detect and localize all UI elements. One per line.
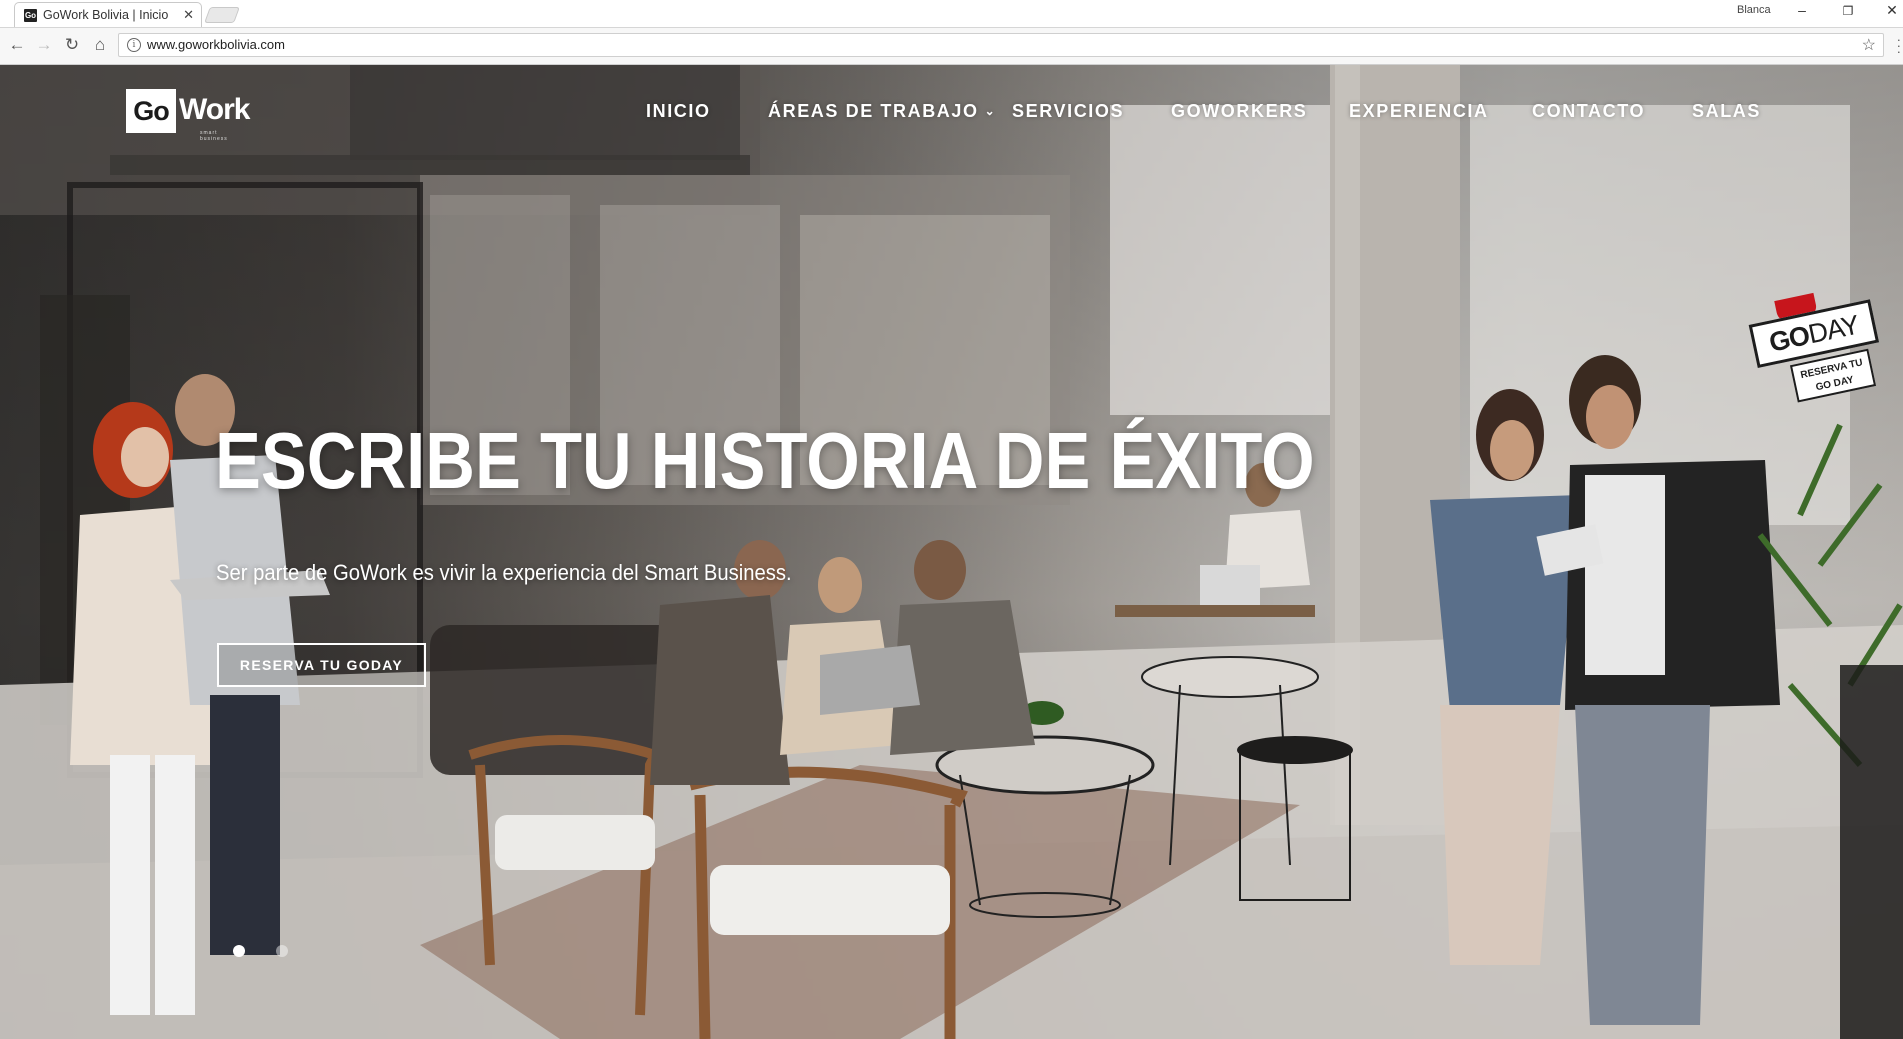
logo-tagline: smart business — [200, 130, 228, 142]
nav-experiencia[interactable]: EXPERIENCIA — [1349, 101, 1489, 122]
url-text[interactable]: www.goworkbolivia.com — [147, 37, 285, 52]
hero-section: Go Work smart business INICIO ÁREAS DE T… — [0, 65, 1903, 1039]
nav-salas[interactable]: SALAS — [1692, 101, 1761, 122]
address-bar: ← → ↻ ⌂ i www.goworkbolivia.com ☆ · · · — [0, 28, 1903, 65]
forward-arrow-icon[interactable]: → — [33, 34, 55, 56]
logo-go-block: Go — [126, 89, 176, 133]
restore-icon[interactable]: ❐ — [1838, 4, 1858, 18]
goday-go-text: GO — [1766, 320, 1812, 358]
new-tab-button[interactable] — [204, 7, 240, 23]
nav-areas-de-trabajo[interactable]: ÁREAS DE TRABAJO ⌄ — [768, 101, 996, 122]
goday-day-text: DAY — [1805, 309, 1862, 350]
hero-headline: ESCRIBE TU HISTORIA DE ÉXITO — [215, 416, 1315, 505]
nav-contacto[interactable]: CONTACTO — [1532, 101, 1645, 122]
minimize-icon[interactable]: – — [1792, 2, 1812, 18]
logo-work-text: Work — [179, 93, 250, 126]
bookmark-star-icon[interactable]: ☆ — [1862, 35, 1876, 55]
slider-dot-2[interactable] — [276, 945, 288, 957]
nav-servicios[interactable]: SERVICIOS — [1012, 101, 1124, 122]
home-icon[interactable]: ⌂ — [89, 34, 111, 56]
site-favicon-icon: Go — [24, 9, 37, 22]
slider-dot-1[interactable] — [233, 945, 245, 957]
reserva-goday-button[interactable]: RESERVA TU GODAY — [217, 643, 426, 687]
tab-close-icon[interactable]: ✕ — [183, 7, 194, 23]
close-window-icon[interactable]: ✕ — [1882, 2, 1902, 19]
nav-inicio[interactable]: INICIO — [646, 101, 711, 122]
back-arrow-icon[interactable]: ← — [6, 34, 28, 56]
tab-title: GoWork Bolivia | Inicio — [43, 8, 169, 22]
reload-icon[interactable]: ↻ — [61, 34, 83, 56]
browser-menu-icon[interactable]: · · · — [1897, 33, 1901, 58]
hero-subheadline: Ser parte de GoWork es vivir la experien… — [216, 560, 792, 585]
nav-goworkers[interactable]: GOWORKERS — [1171, 101, 1307, 122]
hero-background-photo — [0, 65, 1903, 1039]
url-field[interactable]: i www.goworkbolivia.com ☆ — [118, 33, 1884, 57]
chevron-down-icon: ⌄ — [984, 104, 997, 118]
nav-areas-label: ÁREAS DE TRABAJO — [768, 101, 979, 121]
profile-name[interactable]: Blanca — [1737, 4, 1771, 16]
browser-tab-bar: Go GoWork Bolivia | Inicio ✕ Blanca – ❐ … — [0, 0, 1903, 28]
browser-tab[interactable]: Go GoWork Bolivia | Inicio ✕ — [14, 2, 202, 27]
site-info-icon[interactable]: i — [127, 38, 141, 52]
